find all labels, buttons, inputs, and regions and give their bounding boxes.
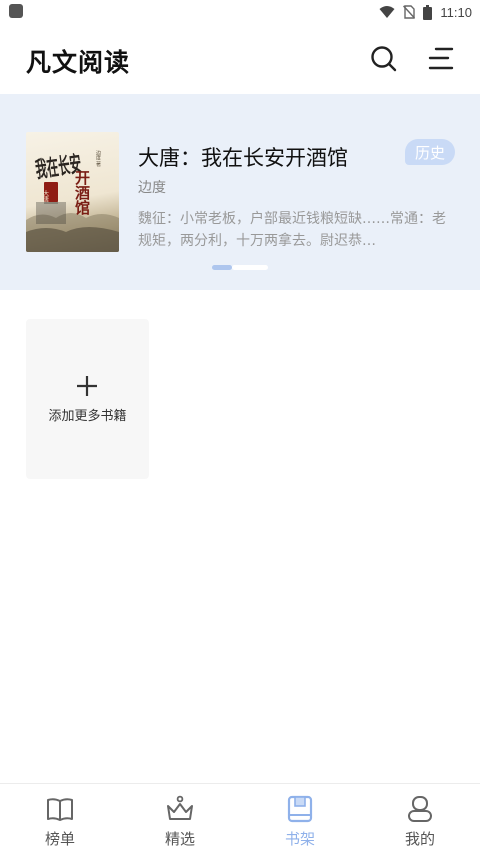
status-time: 11:10: [440, 4, 472, 20]
book-open-icon: [47, 798, 73, 821]
wifi-icon: [379, 6, 395, 18]
nav-label-profile: 我的: [404, 830, 435, 848]
status-bar: 11:10: [0, 0, 480, 24]
nav-label-bookshelf: 书架: [284, 830, 315, 848]
no-sim-icon: [403, 5, 416, 19]
battery-icon: [423, 4, 433, 20]
history-book-title[interactable]: 大唐：我在长安开酒馆: [138, 142, 348, 172]
menu-button[interactable]: [426, 44, 456, 74]
carousel-indicator: [212, 265, 268, 270]
crown-icon: [167, 795, 193, 820]
app-title: 凡文阅读: [26, 48, 131, 77]
cover-seal-text: 大唐: [42, 189, 49, 203]
nav-item-featured[interactable]: 精选: [120, 784, 240, 854]
plus-icon: [77, 376, 97, 396]
cover-author: 边度 著: [95, 149, 101, 168]
book-cover[interactable]: 我在长安 开酒馆 大唐 边度 著: [26, 132, 119, 252]
search-button[interactable]: [369, 44, 399, 74]
add-book-label: 添加更多书籍: [48, 409, 127, 424]
carousel-dot-active: [212, 265, 232, 270]
history-tag: 历史: [405, 139, 455, 165]
carousel-dot: [232, 265, 268, 270]
nav-item-bookshelf[interactable]: 书架: [240, 784, 360, 854]
menu-icon: [428, 47, 454, 70]
bookshelf-icon: [287, 795, 313, 823]
book-cover-art: 我在长安 开酒馆 大唐 边度 著: [26, 149, 119, 252]
reading-history-card[interactable]: 我在长安 开酒馆 大唐 边度 著 大唐：我在长安开酒馆 历史 边度 魏征：小常老…: [0, 94, 480, 290]
nav-label-featured: 精选: [164, 830, 195, 848]
add-book-button[interactable]: 添加更多书籍: [26, 319, 149, 479]
user-icon: [408, 796, 432, 822]
nav-item-profile[interactable]: 我的: [360, 784, 480, 854]
nav-item-rankings[interactable]: 榜单: [0, 784, 120, 854]
nav-label-rankings: 榜单: [44, 830, 75, 848]
history-book-description: 魏征：小常老板，户部最近钱粮短缺……常通：老规矩，两分利，十万两拿去。尉迟恭…: [138, 211, 446, 249]
bottom-nav: 榜单 精选 书架 我的: [0, 783, 480, 854]
cover-title-line2: 开酒馆: [73, 170, 91, 216]
app-notification-icon: [9, 4, 23, 18]
app-header: 凡文阅读: [0, 24, 480, 94]
history-book-author: 边度: [138, 180, 166, 196]
status-icons: 11:10: [379, 2, 472, 22]
search-icon: [371, 46, 397, 72]
